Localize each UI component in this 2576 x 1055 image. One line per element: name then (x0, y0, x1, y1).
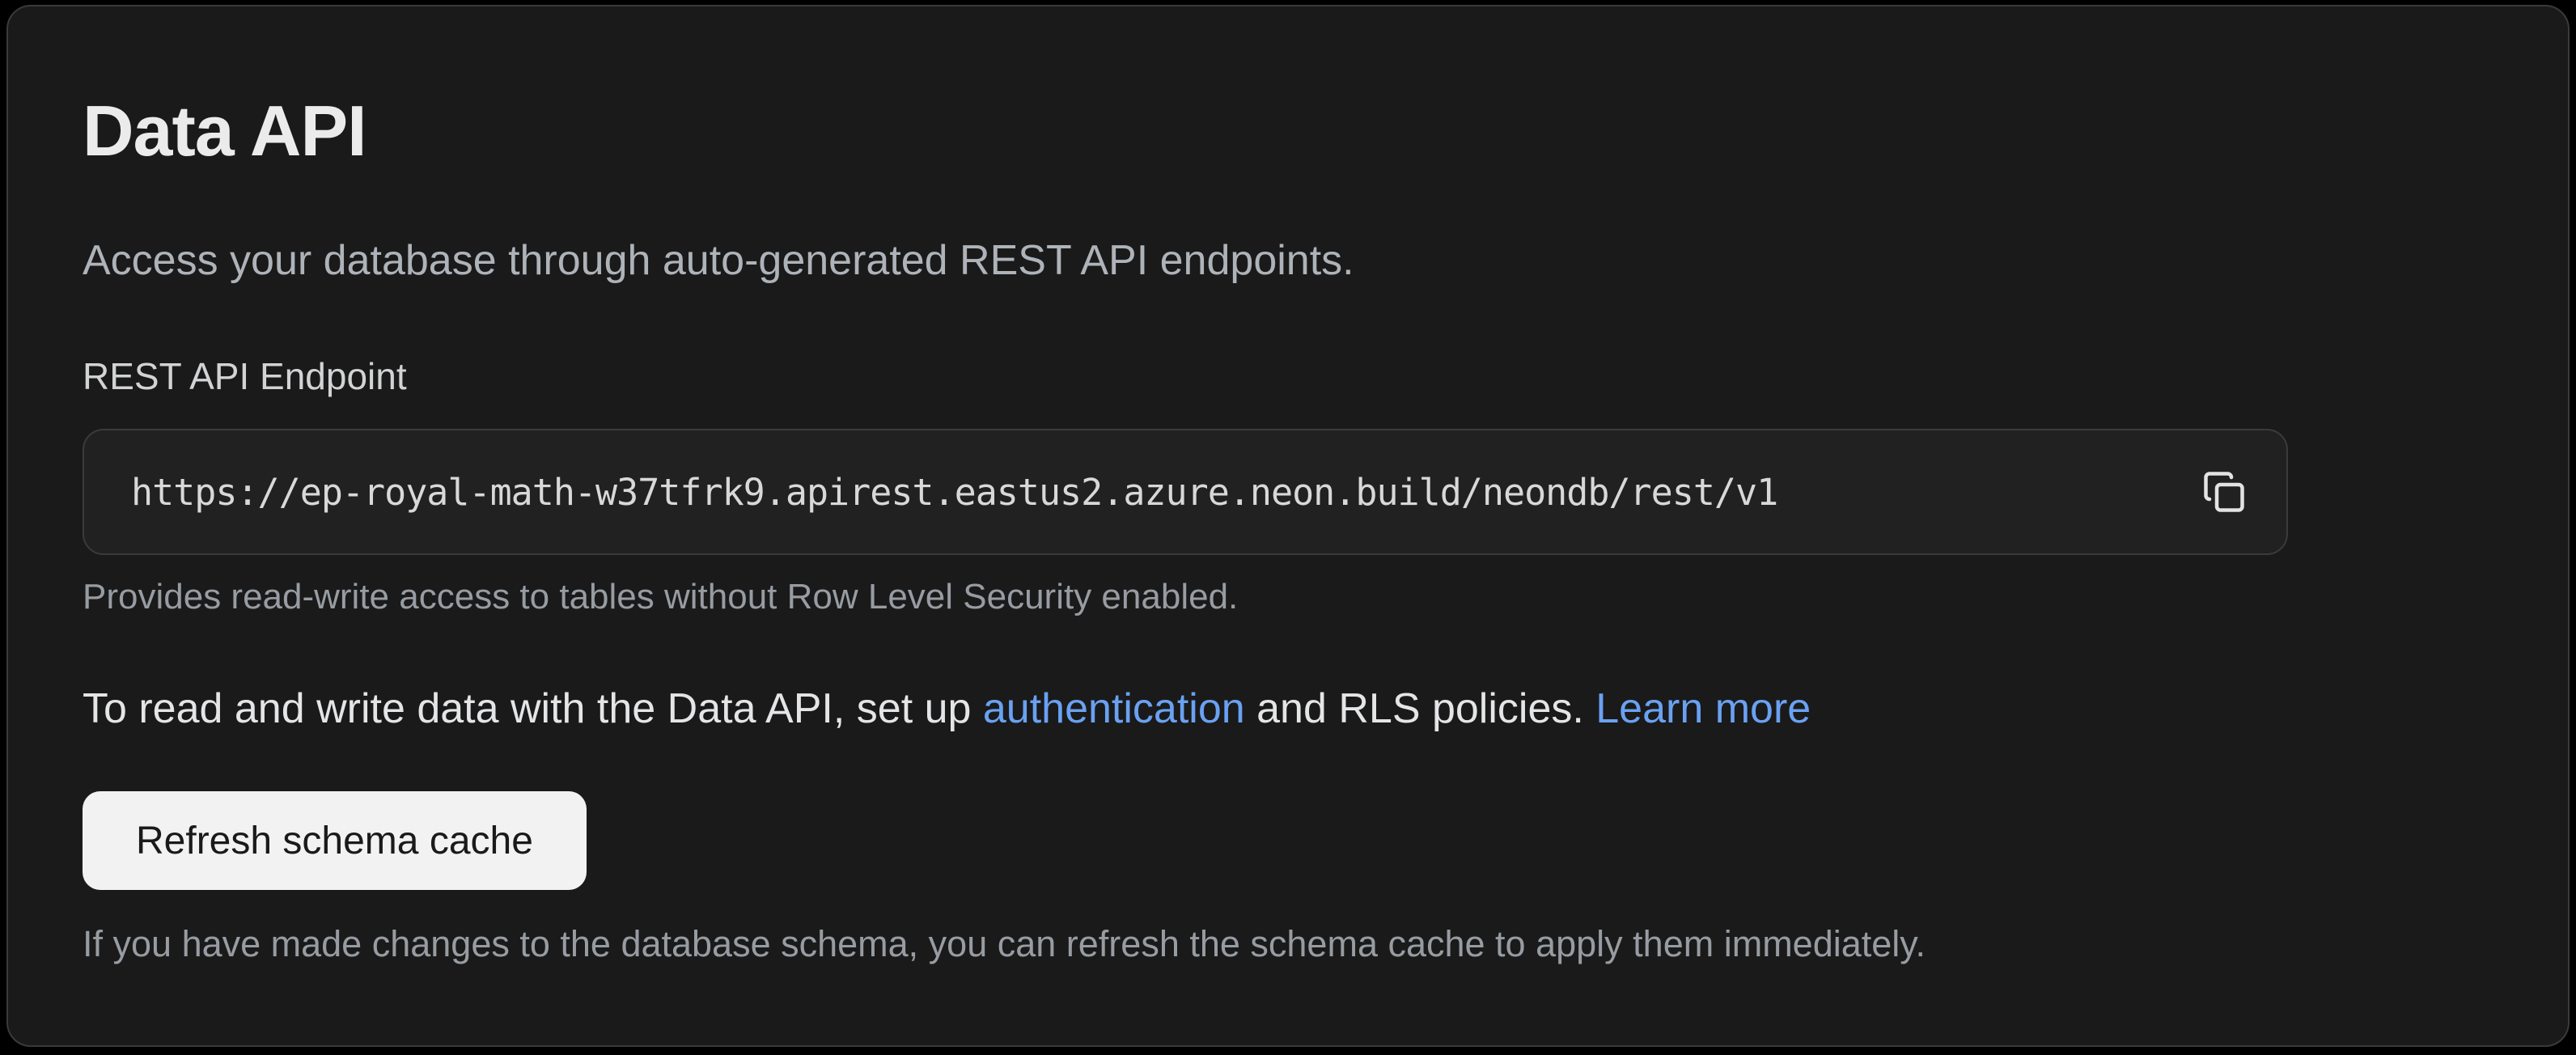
auth-note-text-middle: and RLS policies. (1245, 685, 1596, 732)
endpoint-label: REST API Endpoint (83, 358, 407, 395)
copy-endpoint-button[interactable] (2199, 467, 2249, 517)
endpoint-help-text: Provides read-write access to tables wit… (83, 579, 1238, 615)
refresh-button-label: Refresh schema cache (136, 819, 533, 863)
auth-note: To read and write data with the Data API… (83, 683, 1811, 735)
refresh-schema-cache-button[interactable]: Refresh schema cache (83, 791, 587, 890)
copy-icon (2202, 470, 2246, 514)
auth-note-text-before: To read and write data with the Data API… (83, 685, 983, 732)
learn-more-link[interactable]: Learn more (1595, 685, 1811, 732)
data-api-card: Data API Access your database through au… (6, 5, 2570, 1047)
rest-api-endpoint-field[interactable]: https://ep-royal-math-w37tfrk9.apirest.e… (83, 429, 2288, 555)
refresh-help-text: If you have made changes to the database… (83, 926, 1926, 962)
card-description: Access your database through auto-genera… (83, 239, 1354, 282)
endpoint-url-value[interactable]: https://ep-royal-math-w37tfrk9.apirest.e… (131, 471, 1777, 514)
page-title: Data API (83, 95, 366, 167)
authentication-link[interactable]: authentication (983, 685, 1245, 732)
